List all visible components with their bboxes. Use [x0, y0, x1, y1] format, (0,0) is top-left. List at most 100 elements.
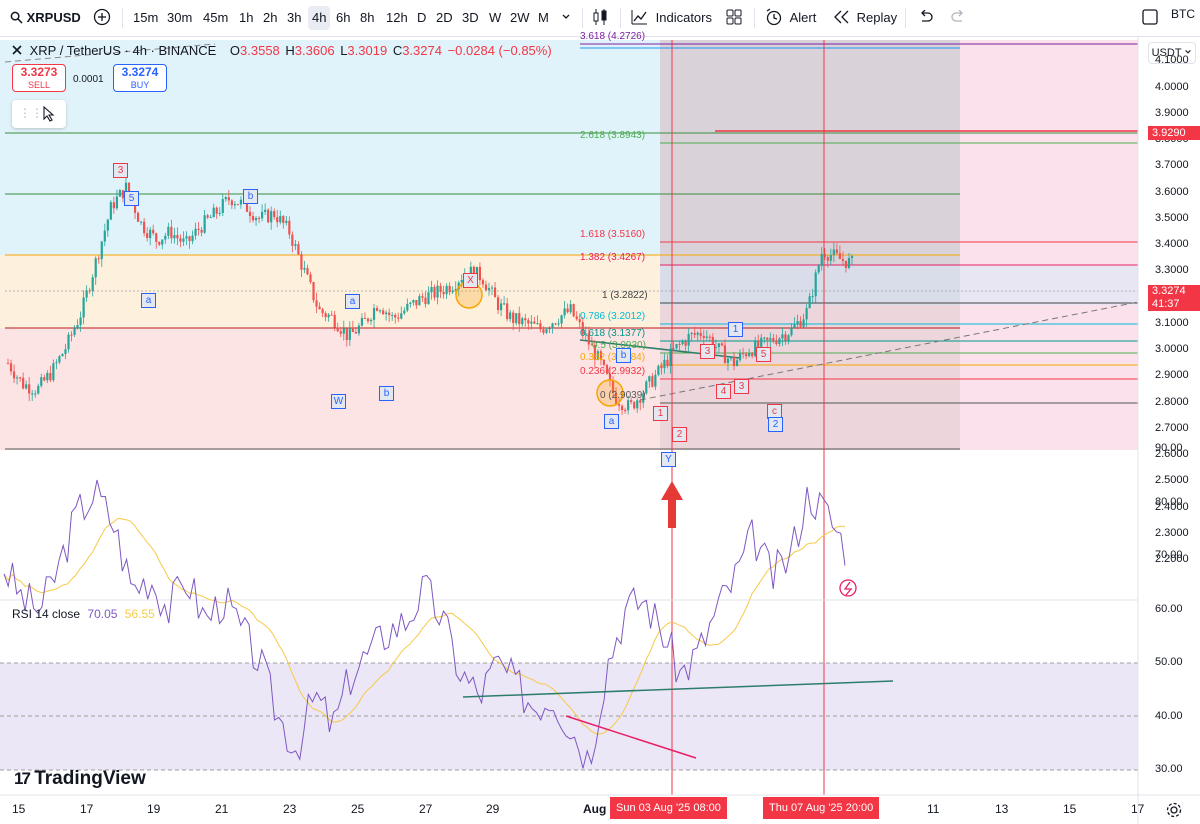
wave-label[interactable]: b: [616, 348, 631, 363]
candle-body: [799, 321, 802, 327]
wave-label[interactable]: 1: [653, 406, 668, 421]
candle-body: [832, 249, 835, 256]
candle-body: [118, 190, 122, 197]
redo-button[interactable]: [950, 6, 966, 30]
candle-body: [726, 358, 730, 364]
lightning-icon[interactable]: [839, 579, 857, 597]
wave-label[interactable]: Y: [661, 452, 676, 467]
interval-2h[interactable]: 2h: [263, 6, 277, 30]
interval-1h[interactable]: 1h: [239, 6, 253, 30]
interval-d[interactable]: D: [417, 6, 426, 30]
chart-type-button[interactable]: [592, 6, 608, 30]
indicators-button[interactable]: Indicators: [631, 6, 712, 30]
alert-button[interactable]: Alert: [765, 6, 816, 30]
drag-handle-icon[interactable]: ⋮⋮: [19, 106, 43, 120]
wave-label[interactable]: 2: [768, 417, 783, 432]
wave-label[interactable]: a: [345, 294, 360, 309]
wave-label[interactable]: W: [331, 394, 346, 409]
wave-label[interactable]: X: [463, 273, 478, 288]
interval-dropdown[interactable]: [561, 6, 571, 30]
candle-body: [179, 238, 182, 242]
compare-checkbox[interactable]: [1142, 6, 1158, 30]
interval-6h[interactable]: 6h: [336, 6, 350, 30]
interval-15m[interactable]: 15m: [133, 6, 158, 30]
fib-level-label: 1 (3.2822): [602, 290, 648, 301]
interval-w[interactable]: W: [489, 6, 501, 30]
wave-label[interactable]: 3: [734, 379, 749, 394]
candle-body: [487, 288, 491, 291]
interval-12h[interactable]: 12h: [386, 6, 408, 30]
wave-label[interactable]: 4: [716, 384, 731, 399]
interval-2d[interactable]: 2D: [436, 6, 453, 30]
templates-button[interactable]: [726, 6, 742, 30]
wave-label[interactable]: a: [141, 293, 156, 308]
candle-body: [850, 256, 854, 259]
candle-body: [25, 384, 28, 389]
candle-body: [675, 344, 678, 349]
candle-body: [257, 217, 261, 219]
candle-body: [173, 234, 176, 239]
interval-2w[interactable]: 2W: [510, 6, 530, 30]
candle-body: [155, 233, 158, 242]
wave-label[interactable]: 1: [728, 322, 743, 337]
wave-label[interactable]: 3: [113, 163, 128, 178]
replay-button[interactable]: Replay: [834, 6, 897, 30]
countdown: 41:37: [1152, 298, 1180, 310]
interval-45m[interactable]: 45m: [203, 6, 228, 30]
compare-symbol[interactable]: BTC: [1171, 2, 1195, 26]
price-tick: 3.5000: [1155, 211, 1189, 224]
candle-body: [496, 297, 500, 311]
interval-4h[interactable]: 4h: [308, 6, 331, 30]
candle-body: [297, 244, 300, 255]
candle-body: [333, 314, 336, 328]
wave-label[interactable]: 3: [700, 344, 715, 359]
interval-3h[interactable]: 3h: [287, 6, 301, 30]
indicators-icon: [631, 10, 647, 25]
candle-body: [306, 268, 309, 275]
interval-30m[interactable]: 30m: [167, 6, 192, 30]
candle-body: [315, 300, 318, 307]
symbol-search[interactable]: XRPUSD: [10, 6, 81, 30]
time-tick: 17: [80, 802, 94, 816]
wave-label[interactable]: 5: [124, 191, 139, 206]
rsi-tick: 60.00: [1155, 602, 1183, 615]
candle-body: [575, 316, 578, 320]
candle-body: [415, 299, 418, 306]
wave-label[interactable]: b: [379, 386, 394, 401]
candle-body: [233, 204, 236, 206]
chart-canvas[interactable]: [0, 37, 1200, 824]
candle-body: [723, 345, 727, 364]
candle-body: [775, 341, 778, 345]
interval-m[interactable]: M: [538, 6, 549, 30]
sell-button[interactable]: 3.3273 SELL: [12, 64, 66, 92]
undo-button[interactable]: [918, 6, 934, 30]
wave-label[interactable]: 5: [756, 347, 771, 362]
candle-body: [385, 312, 388, 315]
buy-button[interactable]: 3.3274 BUY: [113, 64, 167, 92]
wave-label[interactable]: a: [604, 414, 619, 429]
wave-label[interactable]: 2: [672, 427, 687, 442]
candle-body: [627, 400, 630, 411]
cursor-arrow-icon[interactable]: [42, 106, 56, 122]
settings-gear-icon[interactable]: [1166, 802, 1182, 818]
wave-label[interactable]: b: [243, 189, 258, 204]
add-symbol-button[interactable]: [93, 6, 111, 30]
candle-body: [772, 338, 775, 342]
candle-body: [391, 314, 394, 316]
candle-body: [654, 374, 657, 387]
candle-body: [43, 377, 46, 381]
rewind-icon: [834, 10, 849, 24]
time-tick: 27: [419, 802, 433, 816]
interval-3d[interactable]: 3D: [462, 6, 479, 30]
candle-body: [506, 303, 509, 320]
candle-body: [372, 308, 376, 320]
candle-body: [58, 356, 61, 363]
candle-body: [817, 265, 820, 273]
fib-zones: [0, 40, 1138, 770]
interval-8h[interactable]: 8h: [360, 6, 374, 30]
price-tick: 2.9000: [1155, 369, 1189, 382]
watermark-text: TradingView: [34, 768, 146, 789]
fib-level-label: 2.618 (3.8943): [580, 130, 646, 141]
replay-label: Replay: [856, 10, 898, 25]
candle-body: [309, 274, 312, 283]
